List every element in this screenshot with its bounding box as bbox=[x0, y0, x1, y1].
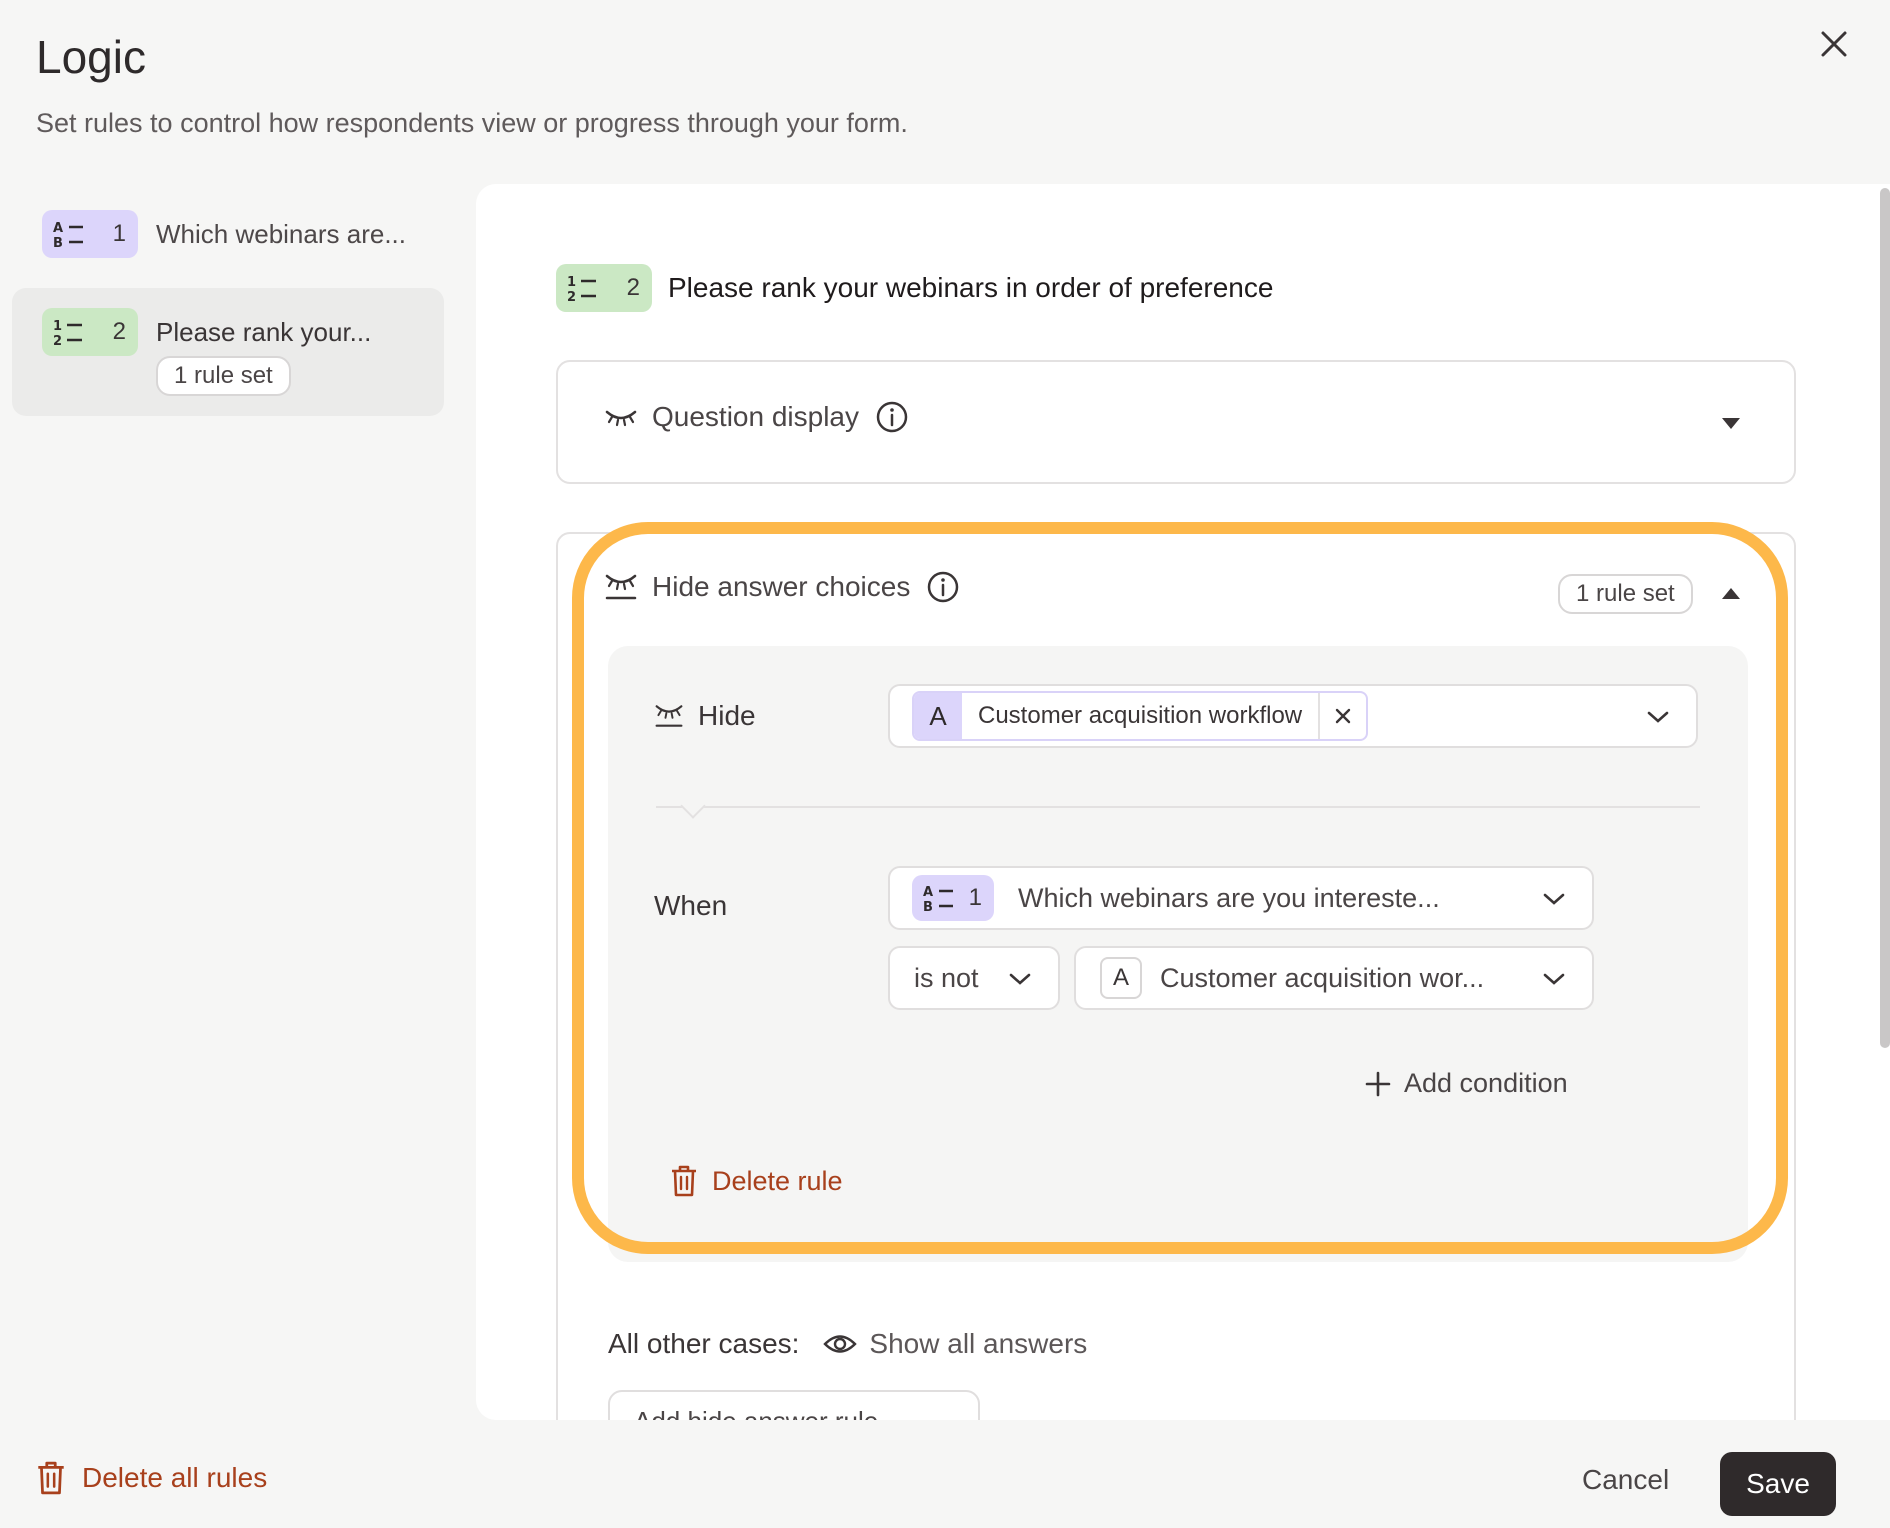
condition-answer-select[interactable]: A Customer acquisition wor... bbox=[1074, 946, 1594, 1010]
chevron-down-icon bbox=[1647, 711, 1669, 723]
answer-text: Customer acquisition wor... bbox=[1160, 962, 1485, 993]
svg-text:B: B bbox=[923, 900, 933, 913]
sidebar-item-question-1[interactable]: A B 1 Which webinars are... bbox=[12, 190, 444, 278]
selected-answer-chip: A Customer acquisition workflow bbox=[912, 691, 1369, 741]
sidebar-item-label: Which webinars are... bbox=[156, 219, 406, 249]
rule-set-badge: 1 rule set bbox=[1558, 574, 1693, 614]
chevron-down-icon bbox=[1009, 973, 1031, 985]
condition-question-select[interactable]: A B 1 Which webinars are you intereste..… bbox=[888, 866, 1594, 930]
question-number-badge: 1 2 2 bbox=[556, 264, 652, 312]
divider-notch bbox=[680, 793, 706, 819]
close-icon bbox=[1821, 31, 1847, 57]
add-condition-label: Add condition bbox=[1404, 1068, 1568, 1098]
ranking-icon: 1 2 bbox=[53, 319, 82, 347]
eye-icon bbox=[823, 1335, 858, 1353]
other-cases-value: Show all answers bbox=[869, 1328, 1088, 1359]
expand-caret-icon[interactable] bbox=[1722, 418, 1740, 429]
scrollbar[interactable] bbox=[1880, 188, 1890, 1048]
divider bbox=[656, 806, 1700, 808]
answer-text: Customer acquisition workflow bbox=[978, 702, 1303, 729]
question-number-badge: A B 1 bbox=[912, 875, 994, 921]
abc-list-icon: A B bbox=[53, 221, 83, 249]
hide-label-row: Hide bbox=[654, 700, 756, 732]
when-label: When bbox=[654, 890, 728, 921]
question-number-badge: A B 1 bbox=[42, 210, 138, 258]
answer-letter: A bbox=[1100, 957, 1142, 999]
question-display-section[interactable]: Question display bbox=[556, 360, 1796, 484]
section-label: Question display bbox=[652, 401, 860, 432]
question-header: 1 2 2 Please rank your webinars in order… bbox=[556, 264, 1273, 312]
delete-rule-button[interactable]: Delete rule bbox=[670, 1164, 843, 1198]
svg-text:A: A bbox=[923, 885, 933, 900]
chevron-down-icon bbox=[1543, 893, 1565, 905]
eye-closed-icon bbox=[605, 410, 637, 427]
save-button[interactable]: Save bbox=[1720, 1452, 1836, 1516]
logic-editor-panel: 1 2 2 Please rank your webinars in order… bbox=[476, 184, 1890, 1420]
svg-text:B: B bbox=[53, 236, 63, 249]
sidebar-item-label: Please rank your... bbox=[156, 317, 372, 347]
hide-answer-choices-section: Hide answer choices 1 rule set Hide A Cu… bbox=[556, 532, 1796, 1420]
question-number-badge: 1 2 2 bbox=[42, 308, 138, 356]
trash-icon bbox=[672, 1165, 696, 1197]
page-title: Logic bbox=[36, 31, 146, 83]
hide-rule: Hide A Customer acquisition workflow Whe… bbox=[608, 646, 1748, 1262]
question-number: 2 bbox=[112, 318, 126, 345]
operator-value: is not bbox=[914, 962, 979, 993]
plus-icon bbox=[1365, 1071, 1391, 1096]
condition-question-text: Which webinars are you intereste... bbox=[1018, 882, 1440, 913]
hide-label: Hide bbox=[698, 700, 756, 731]
abc-list-icon: A B bbox=[923, 885, 953, 913]
answer-letter: A bbox=[914, 693, 962, 739]
question-number: 1 bbox=[112, 220, 126, 247]
ranking-icon: 1 2 bbox=[567, 275, 596, 303]
collapse-caret-icon[interactable] bbox=[1722, 588, 1740, 599]
close-icon bbox=[1335, 708, 1351, 724]
other-cases-row: All other cases: Show all answers bbox=[608, 1328, 1087, 1360]
section-label: Hide answer choices bbox=[652, 571, 911, 602]
svg-text:1: 1 bbox=[53, 319, 62, 334]
remove-chip-button[interactable] bbox=[1318, 693, 1366, 739]
hide-answers-select[interactable]: A Customer acquisition workflow bbox=[888, 684, 1698, 748]
svg-text:A: A bbox=[53, 221, 63, 236]
question-title: Please rank your webinars in order of pr… bbox=[668, 272, 1274, 303]
svg-text:2: 2 bbox=[567, 290, 576, 303]
question-number: 1 bbox=[968, 884, 982, 911]
chevron-down-icon bbox=[1543, 973, 1565, 985]
cancel-button[interactable]: Cancel bbox=[1580, 1454, 1671, 1506]
sidebar-item-question-2[interactable]: 1 2 2 Please rank your... 1 rule set bbox=[12, 288, 444, 416]
rule-set-badge: 1 rule set bbox=[156, 356, 291, 396]
close-button[interactable] bbox=[1814, 24, 1854, 64]
info-icon[interactable] bbox=[926, 570, 960, 604]
svg-text:1: 1 bbox=[567, 275, 576, 290]
info-icon[interactable] bbox=[875, 400, 909, 434]
page-subtitle: Set rules to control how respondents vie… bbox=[36, 108, 908, 138]
delete-all-rules-button[interactable]: Delete all rules bbox=[36, 1460, 267, 1496]
delete-rule-label: Delete rule bbox=[712, 1165, 843, 1196]
trash-icon bbox=[38, 1461, 64, 1495]
eye-closed-bar-icon bbox=[605, 574, 637, 600]
add-hide-answer-rule-button[interactable]: Add hide answer rule bbox=[608, 1390, 980, 1420]
delete-all-label: Delete all rules bbox=[82, 1462, 268, 1493]
operator-select[interactable]: is not bbox=[888, 946, 1060, 1010]
question-sidebar: A B 1 Which webinars are... 1 2 2 Please… bbox=[12, 190, 444, 416]
add-rule-label: Add hide answer rule bbox=[634, 1406, 878, 1420]
eye-closed-bar-icon bbox=[655, 705, 683, 727]
svg-text:2: 2 bbox=[53, 334, 62, 347]
add-condition-button[interactable]: Add condition bbox=[1364, 1068, 1568, 1099]
question-number: 2 bbox=[626, 274, 640, 301]
other-cases-label: All other cases: bbox=[608, 1328, 800, 1359]
